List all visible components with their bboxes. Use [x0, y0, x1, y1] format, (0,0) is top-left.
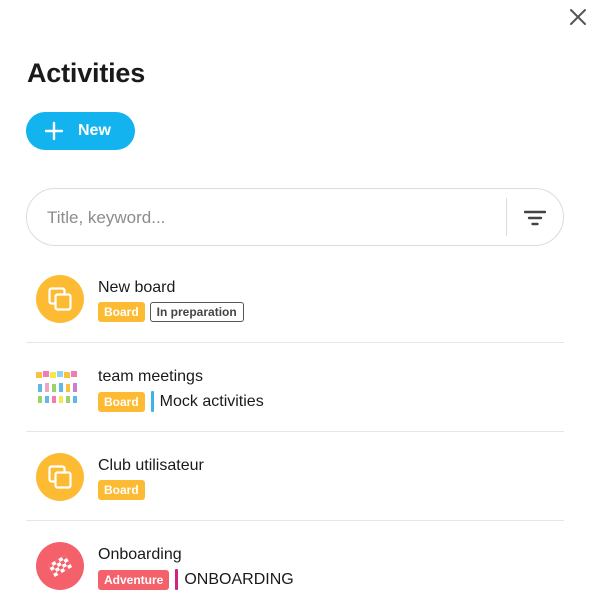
board-icon — [48, 465, 72, 489]
list-item-club-utilisateur[interactable]: Club utilisateur Board — [26, 432, 564, 521]
type-badge: Adventure — [98, 569, 170, 590]
item-tags: Adventure ONBOARDING — [98, 569, 294, 590]
avatar — [36, 542, 84, 590]
item-title: team meetings — [98, 368, 203, 385]
avatar — [36, 275, 84, 323]
filter-icon[interactable] — [524, 207, 546, 229]
item-title: Onboarding — [98, 546, 182, 563]
item-tags: Board — [98, 480, 145, 500]
type-badge: Board — [98, 391, 145, 412]
page-title: Activities — [27, 58, 146, 88]
category-name: ONBOARDING — [184, 570, 294, 588]
type-badge: Board — [98, 480, 145, 500]
list-item-new-board[interactable]: New board Board In preparation — [26, 254, 564, 343]
item-title: New board — [98, 279, 176, 296]
category-name: Mock activities — [159, 392, 264, 410]
item-title: Club utilisateur — [98, 457, 204, 474]
item-tags: Board Mock activities — [98, 391, 264, 412]
team-meetings-thumbnail — [36, 371, 77, 403]
category-label: ONBOARDING — [175, 569, 294, 590]
category-color-bar — [150, 391, 154, 412]
avatar — [36, 453, 84, 501]
search-bar — [26, 188, 564, 247]
list-item-onboarding[interactable]: Onboarding Adventure ONBOARDING — [26, 521, 564, 609]
search-input[interactable] — [45, 189, 509, 247]
type-badge: Board — [98, 302, 145, 322]
adventure-flag-icon — [47, 554, 73, 578]
close-icon[interactable] — [566, 5, 590, 29]
plus-icon — [44, 121, 64, 141]
category-color-bar — [175, 569, 179, 590]
item-tags: Board In preparation — [98, 302, 244, 322]
new-activity-button[interactable]: New — [26, 112, 135, 150]
new-button-label: New — [78, 122, 111, 139]
search-divider — [506, 198, 507, 236]
activity-list: New board Board In preparation team meet… — [26, 254, 564, 609]
list-item-team-meetings[interactable]: team meetings Board Mock activities — [26, 343, 564, 432]
status-badge: In preparation — [149, 302, 244, 322]
board-icon — [48, 287, 72, 311]
category-label: Mock activities — [150, 391, 264, 412]
